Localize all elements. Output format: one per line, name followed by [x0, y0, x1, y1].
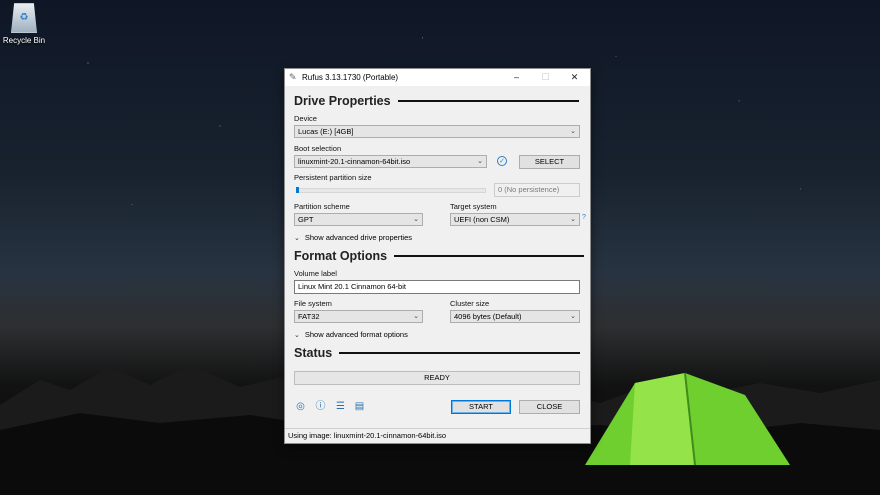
- target-system-select[interactable]: UEFI (non CSM) ⌄: [450, 213, 580, 226]
- help-icon[interactable]: ?: [582, 214, 586, 221]
- sliders-icon[interactable]: ☰: [335, 401, 346, 412]
- chevron-down-icon: ⌄: [294, 331, 300, 339]
- cluster-size-select[interactable]: 4096 bytes (Default) ⌄: [450, 310, 580, 323]
- partition-scheme-label: Partition scheme: [294, 202, 350, 211]
- start-button[interactable]: START: [451, 400, 511, 414]
- check-icon[interactable]: ✓: [497, 156, 507, 166]
- file-system-value: FAT32: [298, 312, 320, 321]
- rufus-window: ✎ Rufus 3.13.1730 (Portable) – ☐ ✕ Drive…: [284, 68, 591, 444]
- section-divider: [397, 100, 579, 102]
- device-select[interactable]: Lucas (E:) [4GB] ⌄: [294, 125, 580, 138]
- persistent-slider-thumb[interactable]: [296, 187, 299, 193]
- volume-label-label: Volume label: [294, 269, 337, 278]
- recycle-bin-label: Recycle Bin: [2, 36, 46, 45]
- target-system-label: Target system: [450, 202, 497, 211]
- section-divider: [339, 352, 581, 354]
- section-divider: [394, 255, 585, 257]
- boot-selection-label: Boot selection: [294, 144, 342, 153]
- drive-properties-heading: Drive Properties: [294, 94, 579, 108]
- status-progress-bar: READY: [294, 371, 580, 385]
- title-bar[interactable]: ✎ Rufus 3.13.1730 (Portable) – ☐ ✕: [285, 69, 590, 86]
- glowing-tent: [585, 372, 790, 466]
- chevron-down-icon: ⌄: [570, 216, 576, 223]
- status-bar: Using image: linuxmint-20.1-cinnamon-64b…: [285, 428, 590, 443]
- globe-icon[interactable]: ◎: [295, 401, 306, 412]
- drive-properties-title: Drive Properties: [294, 94, 391, 108]
- persistent-slider-track[interactable]: [296, 188, 486, 193]
- chevron-down-icon: ⌄: [413, 216, 419, 223]
- window-title: Rufus 3.13.1730 (Portable): [302, 73, 399, 82]
- file-system-select[interactable]: FAT32 ⌄: [294, 310, 423, 323]
- file-system-label: File system: [294, 299, 332, 308]
- chevron-down-icon: ⌄: [570, 128, 576, 135]
- usb-drive-icon: ✎: [289, 72, 297, 82]
- target-system-value: UEFI (non CSM): [454, 215, 510, 224]
- persistent-partition-label: Persistent partition size: [294, 173, 372, 182]
- format-options-heading: Format Options: [294, 249, 585, 263]
- status-heading: Status: [294, 346, 581, 360]
- cluster-size-label: Cluster size: [450, 299, 490, 308]
- device-value: Lucas (E:) [4GB]: [298, 127, 354, 136]
- minimize-button[interactable]: –: [502, 69, 531, 86]
- device-label: Device: [294, 114, 317, 123]
- chevron-down-icon: ⌄: [477, 158, 483, 165]
- chevron-down-icon: ⌄: [413, 313, 419, 320]
- format-options-title: Format Options: [294, 249, 388, 263]
- recycle-bin-icon: ♻: [11, 3, 37, 33]
- chevron-down-icon: ⌄: [294, 234, 300, 242]
- persistent-size-field: 0 (No persistence): [494, 183, 580, 197]
- volume-label-input[interactable]: Linux Mint 20.1 Cinnamon 64-bit: [294, 280, 580, 294]
- status-title: Status: [294, 346, 333, 360]
- log-icon[interactable]: ▤: [354, 401, 365, 412]
- advanced-format-options-toggle[interactable]: ⌄ Show advanced format options: [294, 330, 408, 339]
- select-button[interactable]: SELECT: [519, 155, 580, 169]
- recycle-symbol-icon: ♻: [19, 12, 29, 23]
- boot-selection-select[interactable]: linuxmint-20.1-cinnamon-64bit.iso ⌄: [294, 155, 487, 168]
- chevron-down-icon: ⌄: [570, 313, 576, 320]
- maximize-button: ☐: [541, 72, 550, 82]
- info-icon[interactable]: ⓘ: [315, 401, 326, 412]
- advanced-drive-properties-label: Show advanced drive properties: [304, 233, 413, 242]
- close-button[interactable]: CLOSE: [519, 400, 580, 414]
- partition-scheme-value: GPT: [298, 215, 314, 224]
- cluster-size-value: 4096 bytes (Default): [454, 312, 522, 321]
- boot-selection-value: linuxmint-20.1-cinnamon-64bit.iso: [298, 157, 411, 166]
- partition-scheme-select[interactable]: GPT ⌄: [294, 213, 423, 226]
- advanced-drive-properties-toggle[interactable]: ⌄ Show advanced drive properties: [294, 233, 412, 242]
- advanced-format-options-label: Show advanced format options: [304, 330, 408, 339]
- recycle-bin-shortcut[interactable]: ♻ Recycle Bin: [0, 3, 48, 45]
- close-window-button[interactable]: ✕: [560, 69, 589, 86]
